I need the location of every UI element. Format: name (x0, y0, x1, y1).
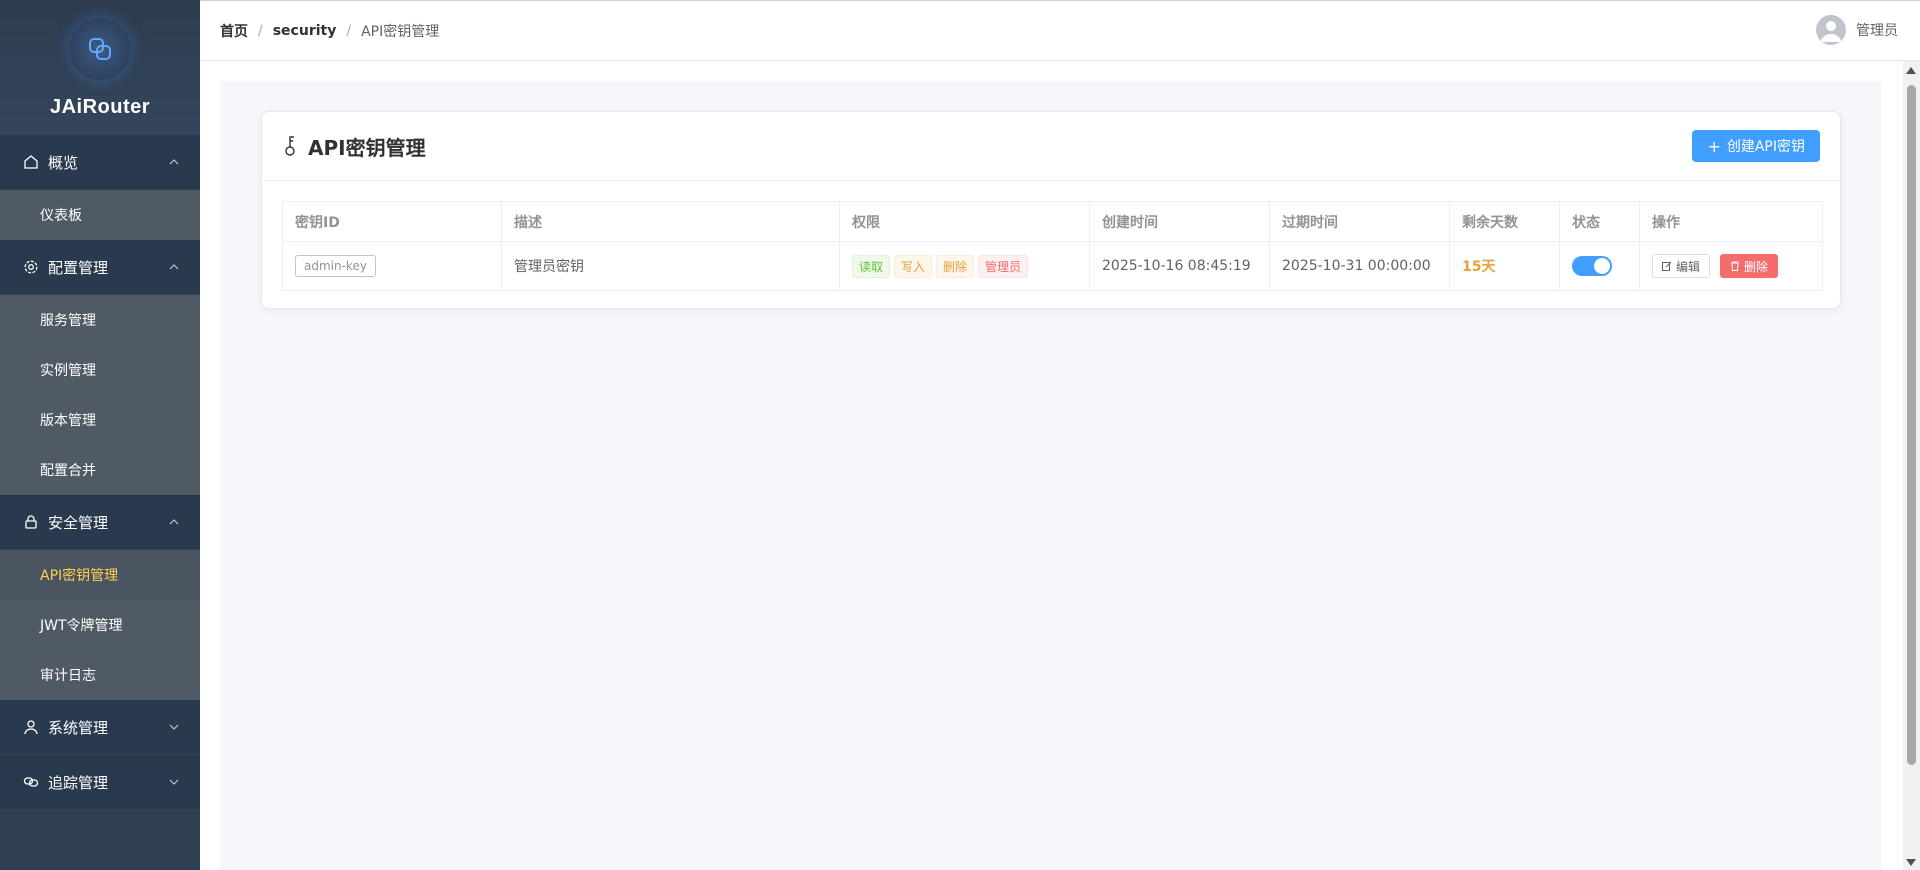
chevron-down-icon (168, 721, 180, 733)
column-header: 权限 (839, 201, 1090, 242)
brand-name: JAiRouter (49, 96, 151, 118)
cell-description: 管理员密钥 (501, 241, 840, 291)
menu-group-label: 安全管理 (48, 513, 109, 532)
sidebar: JAiRouter 概览 仪表板 配置管理 服务管理 实例管理 版本管理 配置合… (0, 0, 200, 870)
plus-icon: + (1707, 136, 1721, 156)
edit-label: 编辑 (1676, 259, 1701, 274)
main-content: API密钥管理 + 创建API密钥 密钥ID 描述 权限 创建时间 过期时间 剩… (220, 81, 1882, 870)
sidebar-item-jwt-tokens[interactable]: JWT令牌管理 (0, 600, 200, 650)
breadcrumb-separator: / (258, 22, 263, 39)
create-api-key-button[interactable]: + 创建API密钥 (1692, 130, 1820, 162)
sidebar-item-audit-log[interactable]: 审计日志 (0, 650, 200, 700)
user-menu[interactable]: 管理员 (1816, 15, 1898, 45)
submenu-overview: 仪表板 (0, 190, 200, 240)
create-api-key-label: 创建API密钥 (1726, 139, 1805, 155)
menu-group-label: 追踪管理 (48, 773, 109, 792)
cell-status (1559, 241, 1640, 291)
column-header: 操作 (1639, 201, 1823, 242)
table-row: admin-key 管理员密钥 读取 写入 删除 管理员 2025-10-16 08:… (282, 241, 1823, 291)
status-toggle[interactable] (1572, 256, 1612, 276)
sidebar-item-api-keys[interactable]: API密钥管理 (0, 550, 200, 600)
user-name[interactable]: 管理员 (1856, 20, 1898, 40)
breadcrumb-home[interactable]: 首页 (220, 21, 248, 41)
table-header-row: 密钥ID 描述 权限 创建时间 过期时间 剩余天数 状态 操作 (282, 201, 1823, 242)
delete-button[interactable]: 删除 (1720, 254, 1779, 278)
trash-icon (1730, 261, 1740, 271)
lock-icon (22, 513, 40, 531)
submenu-security: API密钥管理 JWT令牌管理 审计日志 (0, 550, 200, 700)
breadcrumb-section[interactable]: security (273, 23, 337, 39)
chevron-up-icon (168, 516, 180, 528)
brand: JAiRouter (0, 0, 200, 135)
page-scrollbar[interactable] (1903, 61, 1920, 870)
permission-tag-read: 读取 (852, 254, 891, 278)
sidebar-item-instances[interactable]: 实例管理 (0, 345, 200, 395)
scroll-down-arrow-icon[interactable] (1906, 859, 1916, 866)
scroll-up-arrow-icon[interactable] (1906, 67, 1916, 74)
column-header: 过期时间 (1269, 201, 1450, 242)
column-header: 创建时间 (1089, 201, 1270, 242)
toggle-knob (1594, 258, 1610, 274)
column-header: 剩余天数 (1449, 201, 1560, 242)
cell-key-id: admin-key (282, 241, 502, 291)
column-header: 状态 (1559, 201, 1640, 242)
menu-group-label: 概览 (48, 153, 79, 172)
permission-tag-delete: 删除 (936, 254, 975, 278)
breadcrumb: 首页 / security / API密钥管理 (220, 21, 439, 41)
remaining-days: 15天 (1462, 259, 1496, 275)
cell-actions: 编辑 删除 (1639, 241, 1823, 291)
sidebar-item-config-merge[interactable]: 配置合并 (0, 445, 200, 495)
key-id-tag: admin-key (295, 255, 376, 277)
sidebar-item-services[interactable]: 服务管理 (0, 295, 200, 345)
chevron-up-icon (168, 261, 180, 273)
permission-tag-write: 写入 (894, 254, 933, 278)
cell-remaining: 15天 (1449, 241, 1560, 291)
chevron-down-icon (168, 776, 180, 788)
card-title: API密钥管理 (282, 132, 426, 161)
api-key-table: 密钥ID 描述 权限 创建时间 过期时间 剩余天数 状态 操作 admin-ke… (282, 201, 1823, 291)
menu-group-system[interactable]: 系统管理 (0, 700, 200, 755)
cell-permissions: 读取 写入 删除 管理员 (839, 241, 1090, 291)
menu-group-overview[interactable]: 概览 (0, 135, 200, 190)
gear-icon (22, 258, 40, 276)
api-key-card: API密钥管理 + 创建API密钥 密钥ID 描述 权限 创建时间 过期时间 剩… (261, 111, 1841, 309)
menu-group-label: 系统管理 (48, 718, 109, 737)
chevron-up-icon (168, 156, 180, 168)
cell-created: 2025-10-16 08:45:19 (1089, 241, 1270, 291)
scrollbar-thumb[interactable] (1907, 85, 1916, 765)
edit-button[interactable]: 编辑 (1652, 254, 1711, 278)
logo-icon (69, 18, 131, 80)
page-title: API密钥管理 (308, 135, 426, 160)
avatar[interactable] (1816, 15, 1846, 45)
column-header: 描述 (501, 201, 840, 242)
card-header: API密钥管理 + 创建API密钥 (262, 112, 1840, 181)
sidebar-item-versions[interactable]: 版本管理 (0, 395, 200, 445)
cell-expires: 2025-10-31 00:00:00 (1269, 241, 1450, 291)
submenu-config: 服务管理 实例管理 版本管理 配置合并 (0, 295, 200, 495)
home-icon (22, 153, 40, 171)
header: 首页 / security / API密钥管理 管理员 (200, 0, 1920, 61)
key-icon (282, 135, 302, 157)
link-icon (22, 773, 40, 791)
edit-icon (1662, 261, 1672, 271)
breadcrumb-separator: / (346, 22, 352, 39)
menu-group-security[interactable]: 安全管理 (0, 495, 200, 550)
column-header: 密钥ID (282, 201, 502, 242)
breadcrumb-current: API密钥管理 (361, 23, 440, 40)
delete-label: 删除 (1744, 259, 1769, 274)
menu-group-config[interactable]: 配置管理 (0, 240, 200, 295)
menu-group-tracing[interactable]: 追踪管理 (0, 755, 200, 810)
user-icon (22, 718, 40, 736)
menu-group-label: 配置管理 (48, 258, 109, 277)
sidebar-item-dashboard[interactable]: 仪表板 (0, 190, 200, 240)
permission-tag-admin: 管理员 (978, 254, 1029, 278)
